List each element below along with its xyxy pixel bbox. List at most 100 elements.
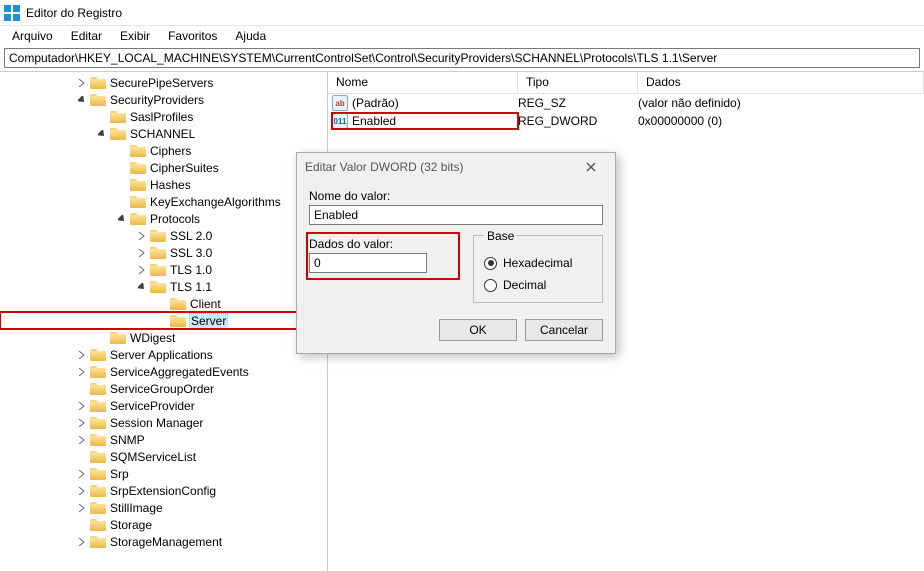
tree-item[interactable]: KeyExchangeAlgorithms xyxy=(0,193,327,210)
radio-dec[interactable]: Decimal xyxy=(484,276,592,294)
chevron-right-icon[interactable] xyxy=(76,417,88,429)
chevron-right-icon[interactable] xyxy=(76,366,88,378)
tree-item[interactable]: Srp xyxy=(0,465,327,482)
folder-icon xyxy=(130,196,146,208)
tree-label: SaslProfiles xyxy=(130,110,193,124)
data-label: Dados do valor: xyxy=(309,237,457,251)
chevron-right-icon[interactable] xyxy=(76,400,88,412)
menu-file[interactable]: Arquivo xyxy=(4,27,61,45)
tree-item[interactable]: Protocols xyxy=(0,210,327,227)
tree-label: SecurityProviders xyxy=(110,93,204,107)
tree-item-server[interactable]: Server xyxy=(0,312,327,329)
dialog-titlebar[interactable]: Editar Valor DWORD (32 bits) xyxy=(297,153,615,181)
tree-item[interactable]: SSL 3.0 xyxy=(0,244,327,261)
tree-label: ServiceProvider xyxy=(110,399,195,413)
col-name[interactable]: Nome xyxy=(328,72,518,93)
tree-label: WDigest xyxy=(130,331,175,345)
folder-icon xyxy=(90,536,106,548)
tree-item[interactable]: SSL 2.0 xyxy=(0,227,327,244)
chevron-right-icon[interactable] xyxy=(76,536,88,548)
folder-icon xyxy=(130,145,146,157)
menu-favorites[interactable]: Favoritos xyxy=(160,27,225,45)
folder-icon xyxy=(150,281,166,293)
folder-icon xyxy=(90,485,106,497)
tree-item[interactable]: SaslProfiles xyxy=(0,108,327,125)
tree-item[interactable]: WDigest xyxy=(0,329,327,346)
radio-hex-icon[interactable] xyxy=(484,257,497,270)
tree-item[interactable]: Server Applications xyxy=(0,346,327,363)
tree-item[interactable]: SecurePipeServers xyxy=(0,74,327,91)
chevron-down-icon[interactable] xyxy=(136,281,148,293)
chevron-down-icon[interactable] xyxy=(116,213,128,225)
tree-label: Session Manager xyxy=(110,416,203,430)
chevron-right-icon[interactable] xyxy=(76,502,88,514)
col-data[interactable]: Dados xyxy=(638,72,924,93)
menu-view[interactable]: Exibir xyxy=(112,27,158,45)
tree-item[interactable]: TLS 1.1 xyxy=(0,278,327,295)
tree-label: Server xyxy=(190,314,227,328)
ok-button[interactable]: OK xyxy=(439,319,517,341)
tree-item[interactable]: SQMServiceList xyxy=(0,448,327,465)
close-icon[interactable] xyxy=(575,157,607,177)
folder-icon xyxy=(90,349,106,361)
tree-item[interactable]: CipherSuites xyxy=(0,159,327,176)
chevron-right-icon[interactable] xyxy=(76,485,88,497)
chevron-right-icon[interactable] xyxy=(76,77,88,89)
tree-item[interactable]: SCHANNEL xyxy=(0,125,327,142)
tree-label: ServiceAggregatedEvents xyxy=(110,365,249,379)
data-value-group: Dados do valor: xyxy=(309,235,457,277)
radio-dec-icon[interactable] xyxy=(484,279,497,292)
chevron-right-icon[interactable] xyxy=(136,230,148,242)
list-row-enabled[interactable]: 011 Enabled REG_DWORD 0x00000000 (0) xyxy=(328,112,924,130)
menu-help[interactable]: Ajuda xyxy=(227,27,274,45)
tree-item[interactable]: StillImage xyxy=(0,499,327,516)
menu-edit[interactable]: Editar xyxy=(63,27,110,45)
value-name: Enabled xyxy=(352,114,396,128)
tree-item[interactable]: TLS 1.0 xyxy=(0,261,327,278)
titlebar: Editor do Registro xyxy=(0,0,924,26)
tree-label: Protocols xyxy=(150,212,200,226)
col-type[interactable]: Tipo xyxy=(518,72,638,93)
tree-label: Srp xyxy=(110,467,129,481)
tree-label: CipherSuites xyxy=(150,161,219,175)
list-row[interactable]: ab (Padrão) REG_SZ (valor não definido) xyxy=(328,94,924,112)
tree-item[interactable]: SNMP xyxy=(0,431,327,448)
value-name-input[interactable] xyxy=(309,205,603,225)
folder-icon xyxy=(90,451,106,463)
address-bar[interactable]: Computador\HKEY_LOCAL_MACHINE\SYSTEM\Cur… xyxy=(4,48,920,68)
folder-icon xyxy=(90,77,106,89)
tree-item[interactable]: Hashes xyxy=(0,176,327,193)
folder-icon xyxy=(90,502,106,514)
value-data-input[interactable] xyxy=(309,253,427,273)
tree-label: StorageManagement xyxy=(110,535,222,549)
tree-item[interactable]: Storage xyxy=(0,516,327,533)
chevron-right-icon[interactable] xyxy=(76,468,88,480)
tree-item[interactable]: ServiceGroupOrder xyxy=(0,380,327,397)
tree-label: SecurePipeServers xyxy=(110,76,213,90)
tree-panel[interactable]: SecurePipeServers SecurityProviders Sasl… xyxy=(0,72,328,571)
folder-icon xyxy=(150,247,166,259)
radio-hex[interactable]: Hexadecimal xyxy=(484,254,592,272)
chevron-right-icon[interactable] xyxy=(136,247,148,259)
tree-item[interactable]: Ciphers xyxy=(0,142,327,159)
tree-label: ServiceGroupOrder xyxy=(110,382,214,396)
cancel-button[interactable]: Cancelar xyxy=(525,319,603,341)
chevron-right-icon[interactable] xyxy=(76,434,88,446)
chevron-right-icon[interactable] xyxy=(136,264,148,276)
tree-item[interactable]: ServiceProvider xyxy=(0,397,327,414)
value-name: (Padrão) xyxy=(352,96,399,110)
tree-item[interactable]: ServiceAggregatedEvents xyxy=(0,363,327,380)
chevron-right-icon[interactable] xyxy=(76,349,88,361)
tree-label: Client xyxy=(190,297,221,311)
chevron-down-icon[interactable] xyxy=(76,94,88,106)
folder-icon xyxy=(90,94,106,106)
tree-item[interactable]: Client xyxy=(0,295,327,312)
value-data: (valor não definido) xyxy=(638,96,924,110)
folder-icon xyxy=(90,383,106,395)
tree-item[interactable]: SrpExtensionConfig xyxy=(0,482,327,499)
tree-item[interactable]: Session Manager xyxy=(0,414,327,431)
tree-item[interactable]: SecurityProviders xyxy=(0,91,327,108)
tree-label: Hashes xyxy=(150,178,191,192)
tree-item[interactable]: StorageManagement xyxy=(0,533,327,550)
chevron-down-icon[interactable] xyxy=(96,128,108,140)
